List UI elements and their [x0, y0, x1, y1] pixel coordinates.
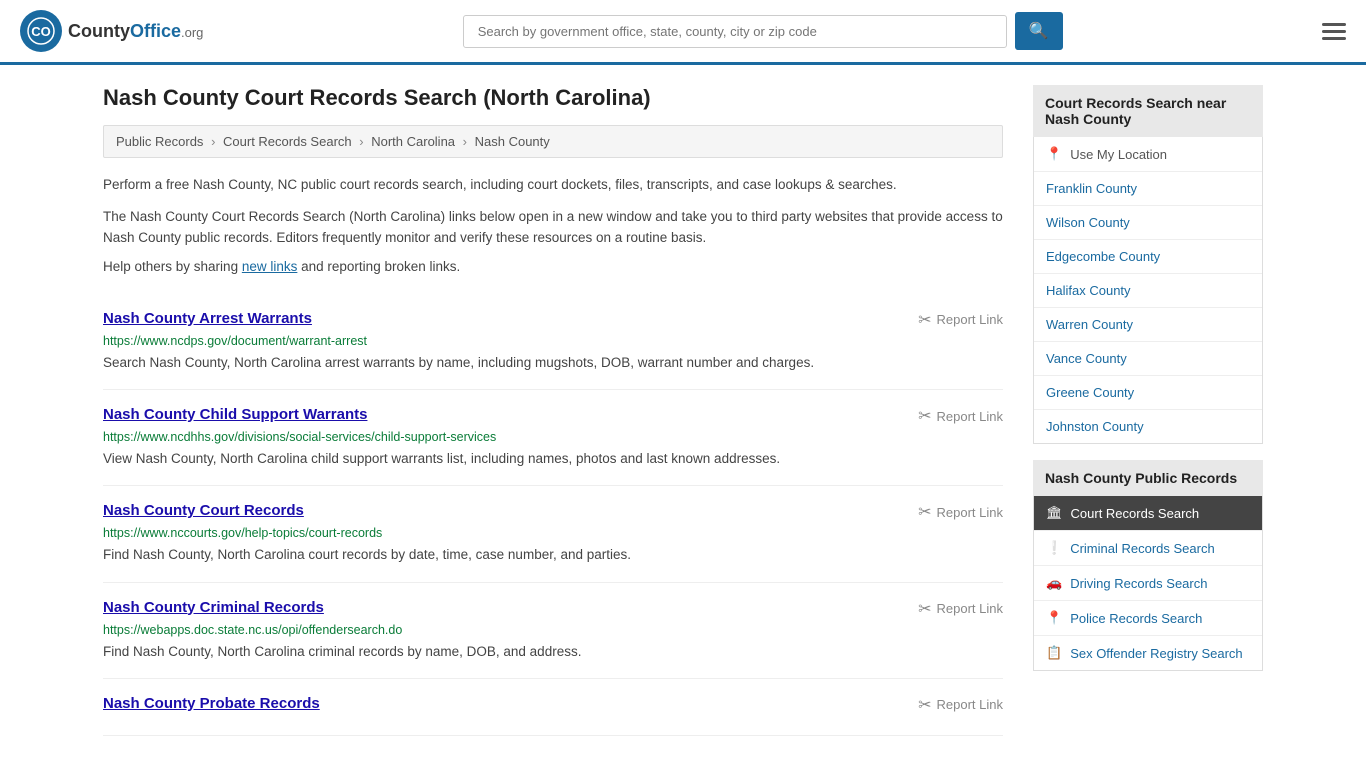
breadcrumb-north-carolina[interactable]: North Carolina [371, 134, 455, 149]
new-links-link[interactable]: new links [242, 259, 298, 274]
result-item: Nash County Court Records ✂ Report Link … [103, 486, 1003, 582]
result-item: Nash County Probate Records ✂ Report Lin… [103, 679, 1003, 736]
court-records-search-link[interactable]: 🏛 Court Records Search [1034, 496, 1262, 530]
result-title[interactable]: Nash County Criminal Records [103, 599, 324, 616]
result-title[interactable]: Nash County Court Records [103, 502, 304, 519]
site-header: CO CountyOffice.org 🔍 [0, 0, 1366, 65]
result-desc: Search Nash County, North Carolina arres… [103, 353, 1003, 373]
search-area: 🔍 [463, 12, 1063, 50]
court-icon: 🏛 [1046, 505, 1063, 521]
list-item: Vance County [1034, 342, 1262, 376]
criminal-records-search-link[interactable]: ❕ Criminal Records Search [1034, 531, 1262, 565]
halifax-county-link[interactable]: Halifax County [1034, 274, 1262, 307]
result-url: https://www.ncdhhs.gov/divisions/social-… [103, 430, 1003, 444]
list-item: Johnston County [1034, 410, 1262, 443]
public-records-header: Nash County Public Records [1033, 460, 1263, 496]
franklin-county-link[interactable]: Franklin County [1034, 172, 1262, 205]
report-icon: ✂ [918, 406, 931, 426]
result-desc: Find Nash County, North Carolina crimina… [103, 642, 1003, 662]
menu-line-2 [1322, 30, 1346, 33]
report-link-button[interactable]: ✂ Report Link [918, 310, 1003, 330]
report-link-button[interactable]: ✂ Report Link [918, 599, 1003, 619]
sex-offender-icon: 📋 [1046, 645, 1062, 661]
vance-county-link[interactable]: Vance County [1034, 342, 1262, 375]
svg-text:CO: CO [31, 24, 51, 39]
report-link-button[interactable]: ✂ Report Link [918, 406, 1003, 426]
johnston-county-link[interactable]: Johnston County [1034, 410, 1262, 443]
breadcrumb-court-records-search[interactable]: Court Records Search [223, 134, 352, 149]
report-link-button[interactable]: ✂ Report Link [918, 695, 1003, 715]
nearby-header: Court Records Search near Nash County [1033, 85, 1263, 137]
list-item: ❕ Criminal Records Search [1034, 531, 1262, 566]
report-icon: ✂ [918, 310, 931, 330]
breadcrumb-public-records[interactable]: Public Records [116, 134, 203, 149]
list-item: Wilson County [1034, 206, 1262, 240]
search-button[interactable]: 🔍 [1015, 12, 1063, 50]
menu-line-3 [1322, 37, 1346, 40]
list-item: Warren County [1034, 308, 1262, 342]
report-icon: ✂ [918, 502, 931, 522]
public-records-section: Nash County Public Records 🏛 Court Recor… [1033, 460, 1263, 671]
breadcrumb: Public Records › Court Records Search › … [103, 125, 1003, 158]
list-item: Edgecombe County [1034, 240, 1262, 274]
search-icon: 🔍 [1029, 23, 1049, 40]
list-item: 🏛 Court Records Search [1034, 496, 1262, 531]
list-item: 📍 Use My Location [1034, 137, 1262, 172]
result-desc: View Nash County, North Carolina child s… [103, 449, 1003, 469]
list-item: 📋 Sex Offender Registry Search [1034, 636, 1262, 670]
sidebar: Court Records Search near Nash County 📍 … [1033, 85, 1263, 736]
help-paragraph: Help others by sharing new links and rep… [103, 259, 1003, 274]
greene-county-link[interactable]: Greene County [1034, 376, 1262, 409]
search-input[interactable] [463, 15, 1007, 48]
menu-line-1 [1322, 23, 1346, 26]
intro-paragraph-1: Perform a free Nash County, NC public co… [103, 174, 1003, 196]
result-desc: Find Nash County, North Carolina court r… [103, 545, 1003, 565]
list-item: Halifax County [1034, 274, 1262, 308]
public-records-list: 🏛 Court Records Search ❕ Criminal Record… [1033, 496, 1263, 671]
main-container: Nash County Court Records Search (North … [83, 65, 1283, 756]
hamburger-menu-button[interactable] [1322, 23, 1346, 40]
use-my-location-link[interactable]: 📍 Use My Location [1034, 137, 1262, 171]
wilson-county-link[interactable]: Wilson County [1034, 206, 1262, 239]
page-title: Nash County Court Records Search (North … [103, 85, 1003, 111]
result-item: Nash County Arrest Warrants ✂ Report Lin… [103, 294, 1003, 390]
edgecombe-county-link[interactable]: Edgecombe County [1034, 240, 1262, 273]
result-item: Nash County Child Support Warrants ✂ Rep… [103, 390, 1003, 486]
logo-icon: CO [20, 10, 62, 52]
result-item: Nash County Criminal Records ✂ Report Li… [103, 583, 1003, 679]
list-item: 🚗 Driving Records Search [1034, 566, 1262, 601]
list-item: Greene County [1034, 376, 1262, 410]
result-url: https://webapps.doc.state.nc.us/opi/offe… [103, 623, 1003, 637]
intro-paragraph-2: The Nash County Court Records Search (No… [103, 206, 1003, 249]
breadcrumb-nash-county[interactable]: Nash County [475, 134, 550, 149]
result-title[interactable]: Nash County Probate Records [103, 695, 320, 712]
warren-county-link[interactable]: Warren County [1034, 308, 1262, 341]
police-icon: 📍 [1046, 610, 1062, 626]
nearby-section: Court Records Search near Nash County 📍 … [1033, 85, 1263, 444]
nearby-list: 📍 Use My Location Franklin County Wilson… [1033, 137, 1263, 444]
list-item: 📍 Police Records Search [1034, 601, 1262, 636]
result-url: https://www.ncdps.gov/document/warrant-a… [103, 334, 1003, 348]
result-url: https://www.nccourts.gov/help-topics/cou… [103, 526, 1003, 540]
criminal-icon: ❕ [1046, 540, 1062, 556]
logo[interactable]: CO CountyOffice.org [20, 10, 203, 52]
driving-icon: 🚗 [1046, 575, 1062, 591]
report-link-button[interactable]: ✂ Report Link [918, 502, 1003, 522]
list-item: Franklin County [1034, 172, 1262, 206]
location-icon: 📍 [1046, 146, 1062, 162]
content-area: Nash County Court Records Search (North … [103, 85, 1003, 736]
logo-text: CountyOffice.org [68, 21, 203, 42]
results-list: Nash County Arrest Warrants ✂ Report Lin… [103, 294, 1003, 736]
sex-offender-registry-search-link[interactable]: 📋 Sex Offender Registry Search [1034, 636, 1262, 670]
police-records-search-link[interactable]: 📍 Police Records Search [1034, 601, 1262, 635]
result-title[interactable]: Nash County Arrest Warrants [103, 310, 312, 327]
result-title[interactable]: Nash County Child Support Warrants [103, 406, 367, 423]
report-icon: ✂ [918, 599, 931, 619]
report-icon: ✂ [918, 695, 931, 715]
driving-records-search-link[interactable]: 🚗 Driving Records Search [1034, 566, 1262, 600]
